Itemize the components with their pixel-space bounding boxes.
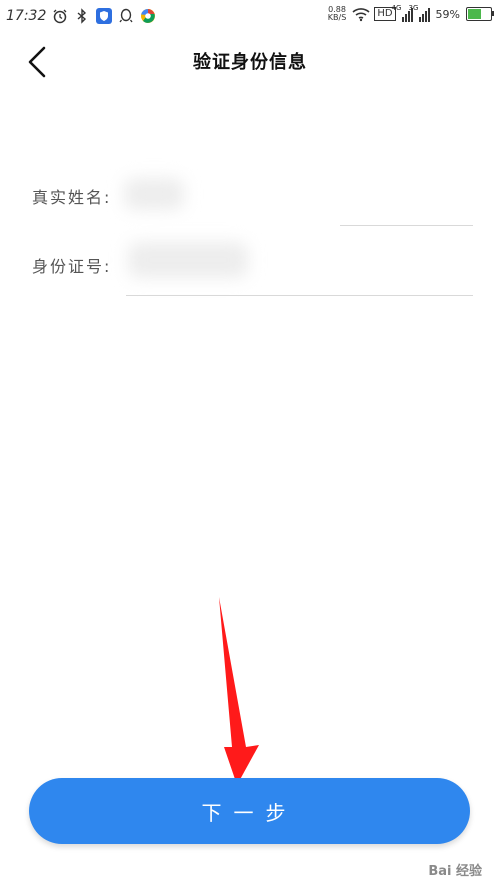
browser-app-icon: [140, 8, 156, 24]
page-title: 验证身份信息: [193, 52, 307, 73]
next-step-button[interactable]: 下一步: [29, 778, 470, 844]
id-number-input[interactable]: [118, 232, 473, 296]
signal-3g-tag: 3G: [408, 4, 419, 12]
signal-4g-tag: 4G: [391, 4, 402, 12]
qq-icon: [118, 8, 134, 24]
id-underline: [126, 295, 473, 296]
alarm-icon: [52, 8, 68, 24]
battery-fill: [468, 9, 481, 19]
name-label: 真实姓名:: [32, 188, 112, 207]
bluetooth-icon: [74, 8, 90, 24]
battery-percent: 59%: [435, 7, 460, 21]
status-time: 17:32: [6, 8, 47, 24]
baidu-jingyan-watermark: Bai 经验: [428, 864, 482, 879]
battery-icon: [466, 7, 494, 21]
red-arrow-annotation: [219, 597, 259, 785]
net-speed: 0.88 KB/S: [328, 6, 347, 22]
id-redacted-value: [128, 242, 248, 278]
name-row: 真实姓名:: [32, 184, 111, 208]
shield-app-icon: [96, 8, 113, 24]
name-input[interactable]: [118, 170, 473, 226]
status-right: 0.88 KB/S HD 4G 3G 59%: [328, 4, 494, 22]
next-step-label: 下一步: [201, 800, 298, 825]
id-label: 身份证号:: [32, 257, 112, 276]
status-left: 17:32: [6, 8, 156, 24]
wifi-icon: [352, 6, 370, 22]
net-speed-unit: KB/S: [327, 13, 347, 22]
name-underline: [340, 225, 473, 226]
signal-3g-icon: 3G: [409, 4, 430, 22]
name-redacted-value: [124, 178, 184, 210]
id-row: 身份证号:: [32, 253, 111, 277]
status-bar: 17:32 0.88 KB/S HD 4G 3G 59%: [0, 0, 500, 36]
